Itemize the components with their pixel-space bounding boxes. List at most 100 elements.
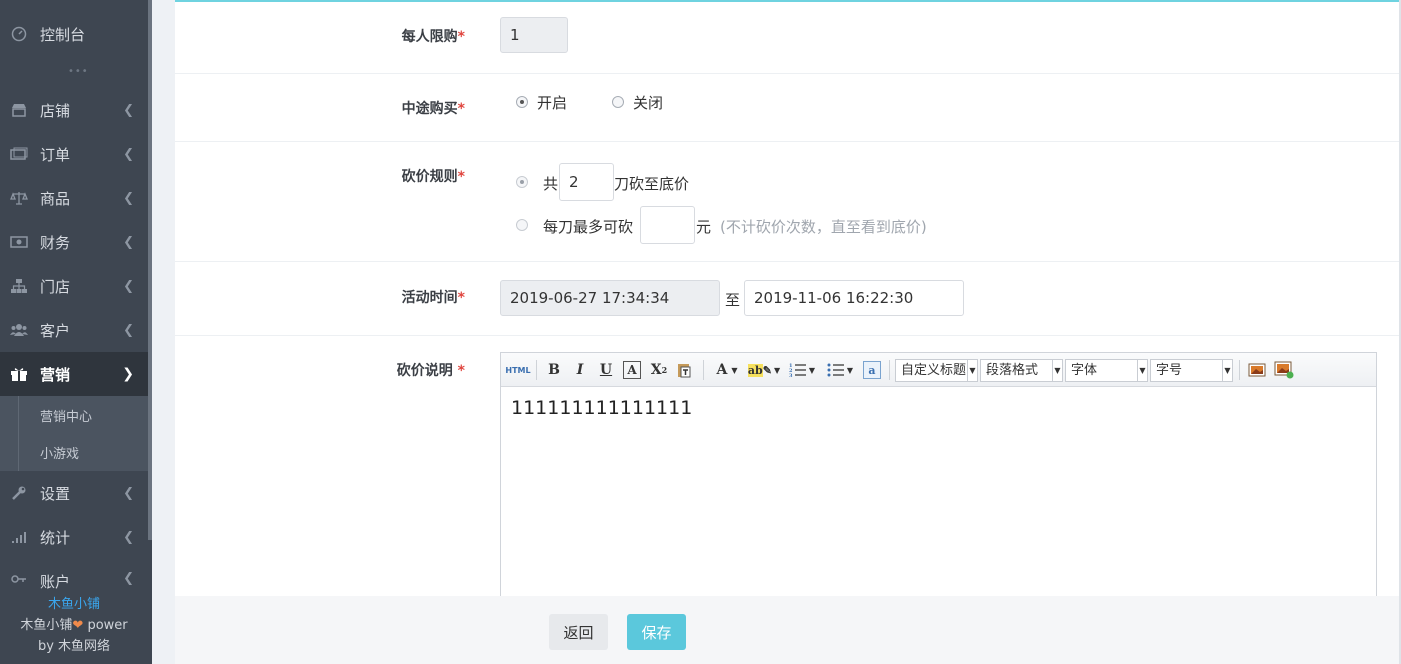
required-mark: * <box>457 363 465 379</box>
html-source-icon[interactable]: HTML <box>505 361 530 379</box>
brand-by: by 木鱼网络 <box>37 639 111 654</box>
limit-label-text: 每人限购 <box>401 29 458 45</box>
sidebar-item-statistics[interactable]: 统计 ❮ <box>0 515 148 559</box>
rule-radio-total[interactable] <box>516 176 528 188</box>
font-border-icon[interactable]: A <box>623 361 641 379</box>
midway-option-off[interactable]: 关闭 <box>633 92 663 113</box>
sitemap-icon <box>10 277 28 295</box>
sidebar-item-label: 控制台 <box>40 25 86 44</box>
font-size-select[interactable]: 字号 ▼ <box>1150 359 1233 382</box>
paragraph-format-select[interactable]: 段落格式 ▼ <box>980 359 1063 382</box>
desc-label-text: 砍价说明 <box>396 363 453 379</box>
required-mark: * <box>457 101 465 117</box>
time-label: 活动时间* <box>402 287 465 307</box>
toolbar-separator <box>536 360 537 380</box>
chevron-left-icon: ❮ <box>123 571 134 586</box>
chevron-down-icon: ❯ <box>122 366 134 382</box>
end-time-input[interactable]: 2019-11-06 16:22:30 <box>744 280 964 316</box>
sidebar-item-account[interactable]: 账户 ❮ <box>0 559 148 595</box>
sidebar-item-products[interactable]: 商品 ❮ <box>0 176 148 220</box>
sidebar-scrollbar[interactable] <box>148 0 152 540</box>
paragraph-format-label: 段落格式 <box>986 363 1039 378</box>
chevron-left-icon: ❮ <box>123 278 134 294</box>
sidebar-item-customers[interactable]: 客户 ❮ <box>0 308 148 352</box>
desc-label: 砍价说明 * <box>397 360 465 380</box>
editor-content[interactable]: 111111111111111 <box>511 397 692 419</box>
chevron-left-icon: ❮ <box>123 529 134 545</box>
row-rule: 砍价规则* 共 2 刀砍至底价 每刀最多可砍 元 (不计砍价次数，直至看到底价) <box>175 142 1399 262</box>
row-midway: 中途购买* 开启 关闭 <box>175 74 1399 142</box>
store-icon <box>10 101 28 119</box>
sidebar-item-dashboard[interactable]: 控制台 <box>0 12 148 56</box>
money-icon <box>10 233 28 251</box>
image-icon[interactable] <box>1247 361 1267 379</box>
rule-max-input[interactable] <box>640 206 695 244</box>
highlight-icon[interactable]: ab ✎ ▼ <box>747 361 780 379</box>
sidebar-item-label: 账户 <box>40 573 71 591</box>
font-color-icon[interactable]: A ▼ <box>713 361 741 379</box>
save-button[interactable]: 保存 <box>627 614 686 650</box>
font-family-select[interactable]: 字体 ▼ <box>1065 359 1148 382</box>
font-family-label: 字体 <box>1071 363 1098 378</box>
signal-icon <box>10 528 28 546</box>
custom-heading-select[interactable]: 自定义标题 ▼ <box>895 359 978 382</box>
font-size-label: 字号 <box>1156 363 1183 378</box>
marketing-submenu: 营销中心 小游戏 <box>0 396 148 471</box>
divider-dots: ••• <box>68 66 89 77</box>
bold-icon[interactable]: B <box>545 361 563 379</box>
sidebar-item-label: 营销 <box>40 365 71 384</box>
sidebar-item-label: 统计 <box>40 528 71 547</box>
rule-total-input[interactable]: 2 <box>559 163 614 201</box>
chevron-left-icon: ❮ <box>123 146 134 162</box>
users-icon <box>10 321 28 339</box>
submenu-guide-line <box>18 396 19 471</box>
sidebar-item-label: 客户 <box>40 321 71 340</box>
rich-text-editor: HTML B I U A X2 A ▼ ab ✎ ▼ 1 2 3 ▼ ▼ a 自定义标题 ▼ … <box>500 352 1377 602</box>
back-button[interactable]: 返回 <box>549 614 608 650</box>
underline-icon[interactable]: U <box>597 361 615 379</box>
midway-radio-on[interactable] <box>516 96 528 108</box>
rule-max-suffix: 元 <box>696 218 712 236</box>
midway-label-text: 中途购买 <box>401 101 458 117</box>
rule-label: 砍价规则* <box>402 166 465 186</box>
limit-label: 每人限购* <box>402 26 465 46</box>
chevron-left-icon: ❮ <box>123 102 134 118</box>
submenu-item-marketing-center[interactable]: 营销中心 <box>40 406 92 425</box>
scale-icon <box>10 189 28 207</box>
time-separator: 至 <box>725 291 741 309</box>
dashboard-icon <box>10 25 28 43</box>
midway-radio-off[interactable] <box>612 96 624 108</box>
ordered-list-icon[interactable]: 1 2 3 ▼ <box>787 361 817 379</box>
unordered-list-icon[interactable]: ▼ <box>825 361 855 379</box>
anchor-icon[interactable]: a <box>863 361 881 379</box>
paste-text-icon[interactable] <box>675 361 693 379</box>
limit-input[interactable]: 1 <box>500 17 568 53</box>
midway-option-on[interactable]: 开启 <box>537 92 567 113</box>
form-panel: 每人限购* 1 中途购买* 开启 关闭 砍价规则* 共 2 刀砍至底价 每刀最多… <box>175 0 1399 602</box>
toolbar-separator <box>889 360 890 380</box>
chevron-left-icon: ❮ <box>123 234 134 250</box>
sidebar-item-marketing[interactable]: 营销 ❯ <box>0 352 148 396</box>
gift-icon <box>10 365 28 383</box>
rule-radio-max[interactable] <box>516 219 528 231</box>
submenu-item-mini-games[interactable]: 小游戏 <box>40 443 79 462</box>
insert-image-icon[interactable] <box>1273 361 1295 379</box>
sidebar-item-settings[interactable]: 设置 ❮ <box>0 471 148 515</box>
form-footer: 返回 保存 <box>175 596 1399 664</box>
required-mark: * <box>457 290 465 306</box>
brand-power: 木鱼小铺❤ power <box>0 615 148 636</box>
sidebar-item-orders[interactable]: 订单 ❮ <box>0 132 148 176</box>
key-icon <box>10 571 28 589</box>
sidebar-item-shops[interactable]: 门店 ❮ <box>0 264 148 308</box>
sidebar-item-finance[interactable]: 财务 ❮ <box>0 220 148 264</box>
time-label-text: 活动时间 <box>401 290 458 306</box>
subscript-icon[interactable]: X2 <box>649 361 669 379</box>
italic-icon[interactable]: I <box>571 361 589 379</box>
chevron-left-icon: ❮ <box>123 485 134 501</box>
sidebar-item-store[interactable]: 店铺 ❮ <box>0 88 148 132</box>
brand-power-prefix: 木鱼小铺 <box>20 618 73 633</box>
rule-max-prefix: 每刀最多可砍 <box>543 218 634 236</box>
start-time-input[interactable]: 2019-06-27 17:34:34 <box>500 280 720 316</box>
custom-heading-label: 自定义标题 <box>901 363 967 378</box>
brand-name[interactable]: 木鱼小铺 <box>0 594 148 615</box>
